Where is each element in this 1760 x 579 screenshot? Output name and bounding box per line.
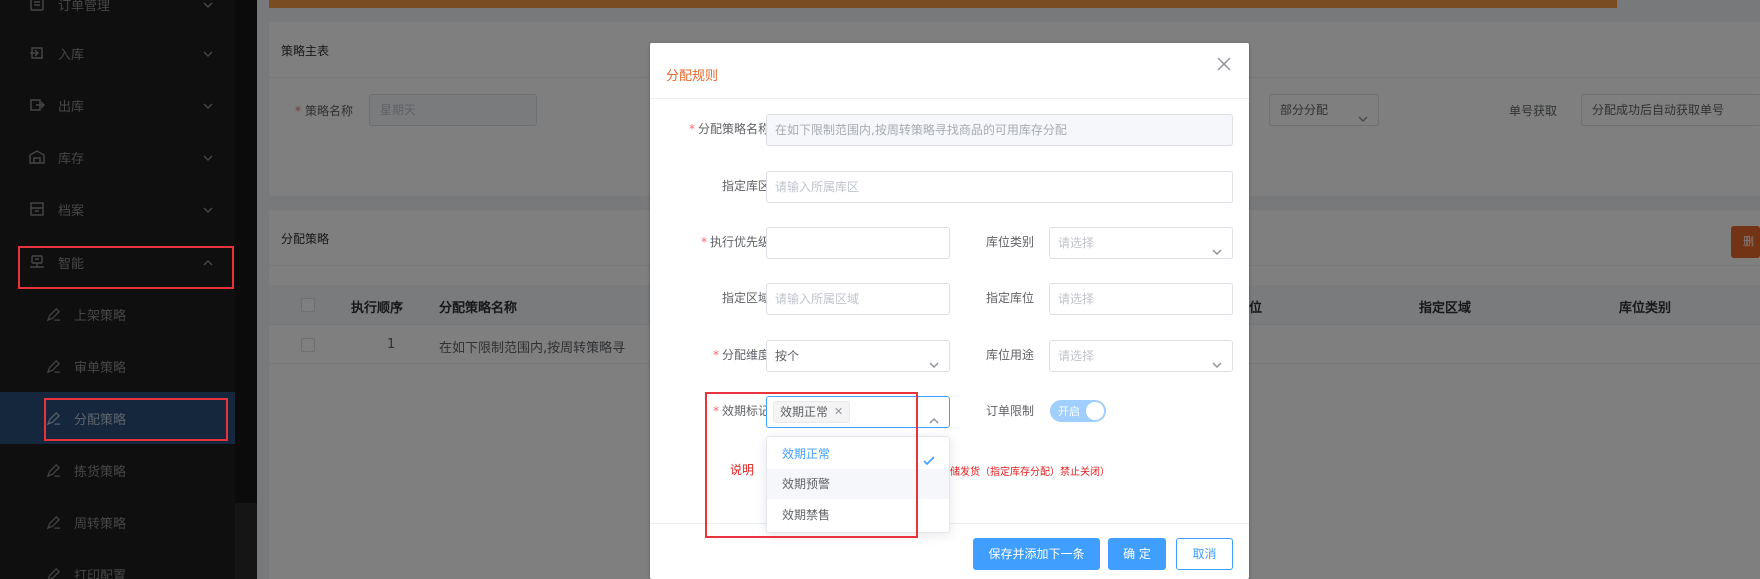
save-and-add-next-button[interactable]: 保存并添加下一条	[973, 538, 1100, 570]
location-type-label: 库位类别	[985, 235, 1034, 249]
location-usage-label: 库位用途	[985, 348, 1034, 362]
region-label: 指定区域	[721, 291, 770, 305]
highlight-box	[18, 246, 234, 289]
zone-area-label: 指定库区	[721, 179, 770, 193]
strategy-name-label: * 分配策略名称	[688, 122, 770, 136]
location-field[interactable]: 请选择	[1049, 283, 1233, 315]
highlight-box	[705, 392, 918, 538]
dialog-title: 分配规则	[666, 69, 719, 84]
chevron-down-icon	[1212, 238, 1222, 256]
priority-label: * 执行优先级	[700, 235, 770, 249]
order-limit-switch[interactable]: 开启	[1050, 400, 1106, 422]
divider	[650, 98, 1249, 99]
order-limit-label: 订单限制	[985, 404, 1034, 418]
zone-area-field[interactable]: 请输入所属库区	[766, 171, 1233, 203]
location-label: 指定库位	[985, 291, 1034, 305]
location-usage-select[interactable]: 请选择	[1049, 340, 1233, 372]
confirm-button[interactable]: 确 定	[1108, 538, 1166, 570]
location-type-select[interactable]: 请选择	[1049, 227, 1233, 259]
chevron-down-icon	[1212, 351, 1222, 369]
close-icon[interactable]	[1217, 57, 1233, 73]
cancel-button[interactable]: 取消	[1176, 538, 1233, 570]
highlight-box	[44, 398, 228, 441]
check-icon	[923, 448, 935, 466]
note-text: 储发货（指定库存分配）禁止关闭）	[950, 467, 1110, 478]
strategy-name-field[interactable]: 在如下限制范围内,按周转策略寻找商品的可用库存分配	[766, 114, 1233, 146]
dimension-label: * 分配维度	[712, 348, 770, 362]
switch-knob	[1086, 402, 1104, 420]
